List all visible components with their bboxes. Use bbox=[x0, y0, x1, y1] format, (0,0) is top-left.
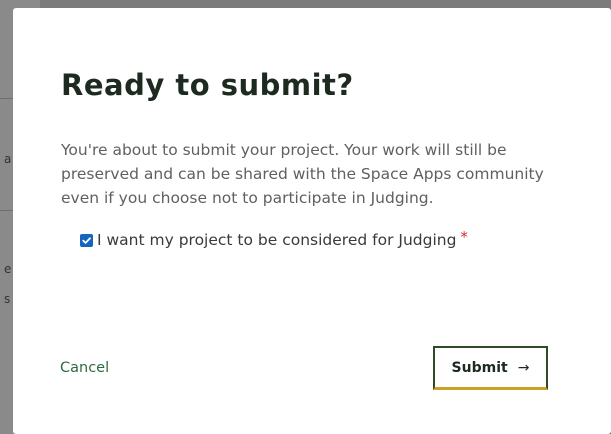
judging-checkbox-row[interactable]: I want my project to be considered for J… bbox=[80, 228, 468, 249]
required-indicator: * bbox=[460, 228, 468, 246]
judging-checkbox[interactable] bbox=[80, 233, 93, 247]
arrow-right-icon: → bbox=[517, 359, 530, 376]
background-text-fragment: a bbox=[4, 152, 12, 166]
submit-button[interactable]: Submit → bbox=[433, 346, 548, 390]
background-text-fragment: e bbox=[4, 262, 12, 276]
judging-checkbox-label: I want my project to be considered for J… bbox=[97, 231, 457, 249]
submit-button-label: Submit bbox=[451, 359, 508, 376]
background-divider bbox=[0, 98, 14, 99]
checkmark-icon bbox=[82, 236, 91, 244]
dialog-title: Ready to submit? bbox=[61, 68, 354, 102]
dialog-description: You're about to submit your project. You… bbox=[61, 141, 544, 207]
submit-dialog: Ready to submit? You're about to submit … bbox=[13, 8, 611, 434]
cancel-button[interactable]: Cancel bbox=[60, 360, 109, 376]
background-divider bbox=[0, 210, 14, 211]
background-text-fragment: s bbox=[4, 292, 11, 306]
